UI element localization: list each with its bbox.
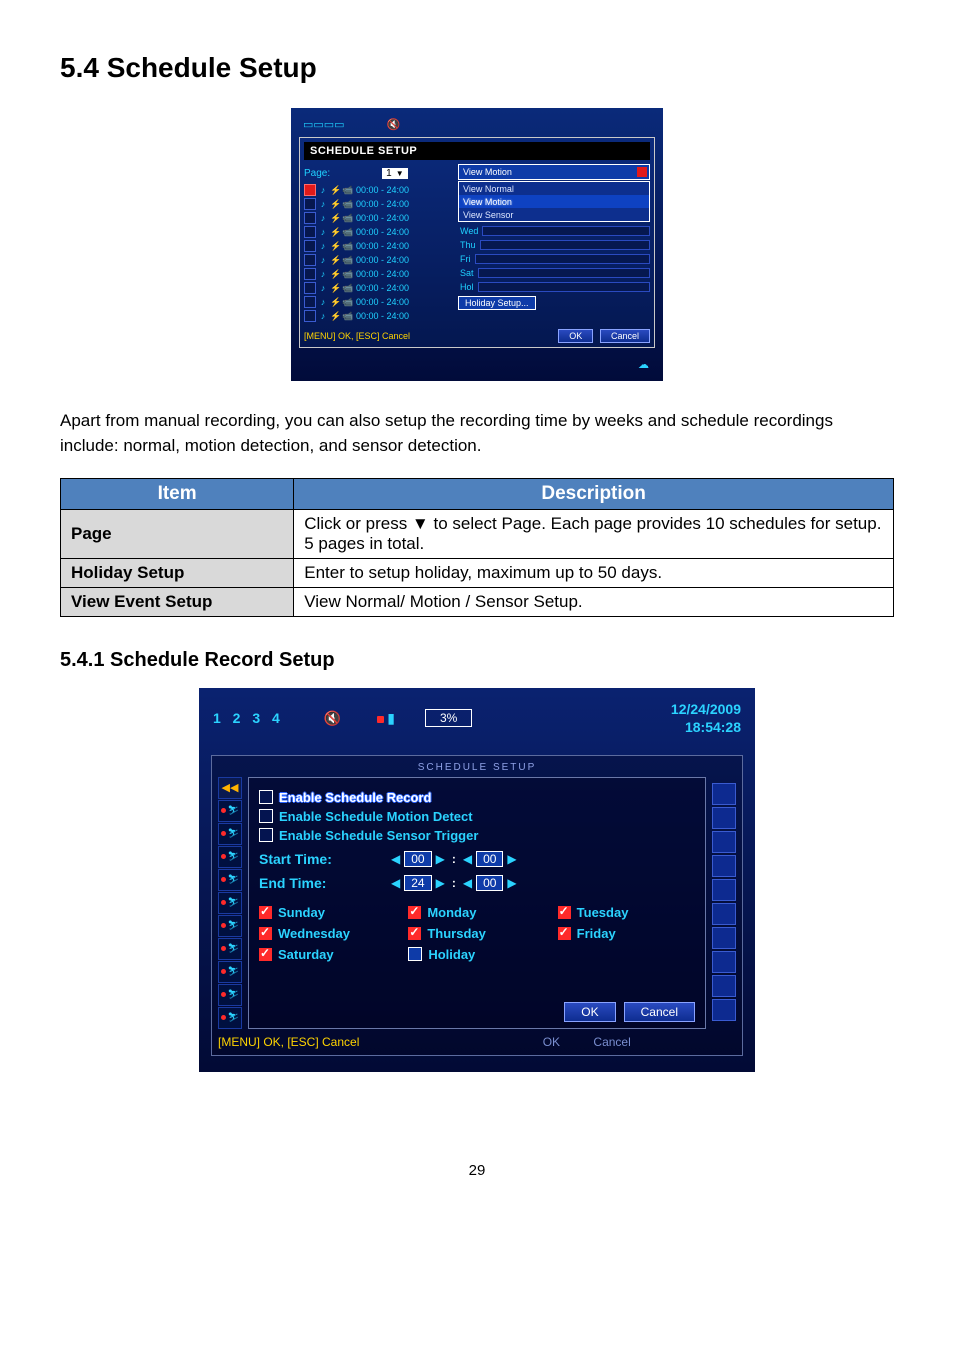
schedule-record-setup-screenshot: 1 2 3 4 🔇 ▮ 3% 12/24/2009 18:54:28 SCHED… xyxy=(199,688,755,1071)
cancel-button[interactable]: Cancel xyxy=(600,329,650,343)
chevron-down-icon: ▼ xyxy=(396,169,404,178)
ghost-cancel: Cancel xyxy=(593,1035,630,1049)
start-time-label: Start Time: xyxy=(259,851,379,867)
menu-hint-2: [MENU] OK, [ESC] Cancel xyxy=(218,1035,359,1049)
friday-checkbox[interactable] xyxy=(558,927,571,940)
row-view-event-item: View Event Setup xyxy=(61,588,294,617)
rewind-icon: ◀◀ xyxy=(222,781,239,794)
sunday-label: Sunday xyxy=(278,905,325,920)
sunday-checkbox[interactable] xyxy=(259,906,272,919)
person-icon: ⛷ xyxy=(228,805,239,816)
dd-item-motion[interactable]: View Motion xyxy=(459,195,649,208)
left-arrow-icon[interactable]: ◀ xyxy=(389,876,402,890)
dd-item-normal[interactable]: View Normal xyxy=(459,182,649,195)
date-stamp: 12/24/2009 xyxy=(671,701,741,717)
ok-button[interactable]: OK xyxy=(558,329,593,343)
row-page-item: Page xyxy=(61,510,294,559)
network-icon: ☁ xyxy=(638,359,649,371)
heading-5-4: 5.4 Schedule Setup xyxy=(60,52,894,84)
right-arrow-icon[interactable]: ▶ xyxy=(434,852,447,866)
enable-motion-checkbox[interactable] xyxy=(259,809,273,823)
row-page-desc: Click or press ▼ to select Page. Each pa… xyxy=(294,510,894,559)
right-arrow-icon[interactable]: ▶ xyxy=(505,876,518,890)
enable-motion-label: Enable Schedule Motion Detect xyxy=(279,809,473,824)
tuesday-checkbox[interactable] xyxy=(558,906,571,919)
right-arrow-icon[interactable]: ▶ xyxy=(434,876,447,890)
row-view-event-desc: View Normal/ Motion / Sensor Setup. xyxy=(294,588,894,617)
end-min[interactable]: 00 xyxy=(476,875,503,891)
wednesday-label: Wednesday xyxy=(278,926,350,941)
channel-indicator: 1 2 3 4 xyxy=(213,710,284,726)
end-time-label: End Time: xyxy=(259,875,379,891)
monday-checkbox[interactable] xyxy=(408,906,421,919)
left-arrow-icon[interactable]: ◀ xyxy=(389,852,402,866)
row-holiday-item: Holiday Setup xyxy=(61,559,294,588)
panel-title: SCHEDULE SETUP xyxy=(304,142,650,160)
mute-icon: 🔇 xyxy=(324,710,341,727)
sidebar: ◀◀ ⛷ ⛷ ⛷ ⛷ ⛷ ⛷ ⛷ ⛷ ⛷ ⛷ xyxy=(218,777,242,1029)
saturday-label: Saturday xyxy=(278,947,334,962)
enable-schedule-record-checkbox[interactable] xyxy=(259,790,273,804)
holiday-checkbox[interactable] xyxy=(408,947,422,961)
th-item: Item xyxy=(61,479,294,510)
saturday-checkbox[interactable] xyxy=(259,948,272,961)
friday-label: Friday xyxy=(577,926,616,941)
left-arrow-icon[interactable]: ◀ xyxy=(461,876,474,890)
page-label: Page: xyxy=(304,168,330,179)
percent-indicator: 3% xyxy=(425,709,472,727)
time-stamp: 18:54:28 xyxy=(685,719,741,735)
left-arrow-icon[interactable]: ◀ xyxy=(461,852,474,866)
speaker-icon: 🔇 xyxy=(387,118,401,131)
row-holiday-desc: Enter to setup holiday, maximum up to 50… xyxy=(294,559,894,588)
rightbar xyxy=(712,777,736,1029)
holiday-label: Holiday xyxy=(428,947,475,962)
cancel-button[interactable]: Cancel xyxy=(624,1002,695,1022)
thursday-label: Thursday xyxy=(427,926,486,941)
record-icon: ▮ xyxy=(377,710,395,727)
thursday-checkbox[interactable] xyxy=(408,927,421,940)
holiday-setup-button[interactable]: Holiday Setup... xyxy=(458,296,536,310)
dd-item-sensor[interactable]: View Sensor xyxy=(459,208,649,221)
panel-title-2: SCHEDULE SETUP xyxy=(218,762,736,773)
tab-icon: ▭▭▭▭ xyxy=(303,118,345,131)
page-value: 1 xyxy=(386,168,392,179)
right-arrow-icon[interactable]: ▶ xyxy=(505,852,518,866)
enable-sensor-label: Enable Schedule Sensor Trigger xyxy=(279,828,478,843)
view-dropdown-open: View Normal View Motion View Sensor xyxy=(458,181,650,222)
ok-button[interactable]: OK xyxy=(564,1002,615,1022)
wednesday-checkbox[interactable] xyxy=(259,927,272,940)
page-number: 29 xyxy=(60,1162,894,1179)
tuesday-label: Tuesday xyxy=(577,905,629,920)
enable-sensor-checkbox[interactable] xyxy=(259,828,273,842)
th-description: Description xyxy=(294,479,894,510)
start-hour[interactable]: 00 xyxy=(404,851,431,867)
page-dropdown[interactable]: 1 ▼ xyxy=(382,168,407,179)
end-hour[interactable]: 24 xyxy=(404,875,431,891)
ghost-ok: OK xyxy=(543,1035,560,1049)
view-dropdown[interactable]: View Motion xyxy=(458,164,650,180)
heading-5-4-1: 5.4.1 Schedule Record Setup xyxy=(60,649,894,672)
intro-paragraph: Apart from manual recording, you can als… xyxy=(60,409,894,458)
enable-schedule-record-label: Enable Schedule Record xyxy=(279,790,431,805)
schedule-setup-screenshot: ▭▭▭▭ 🔇 SCHEDULE SETUP Page: 1 ▼ ♪⚡📹00:00… xyxy=(291,108,663,381)
start-min[interactable]: 00 xyxy=(476,851,503,867)
schedule-time: 00:00 - 24:00 xyxy=(356,185,409,195)
description-table: Item Description Page Click or press ▼ t… xyxy=(60,478,894,617)
monday-label: Monday xyxy=(427,905,476,920)
